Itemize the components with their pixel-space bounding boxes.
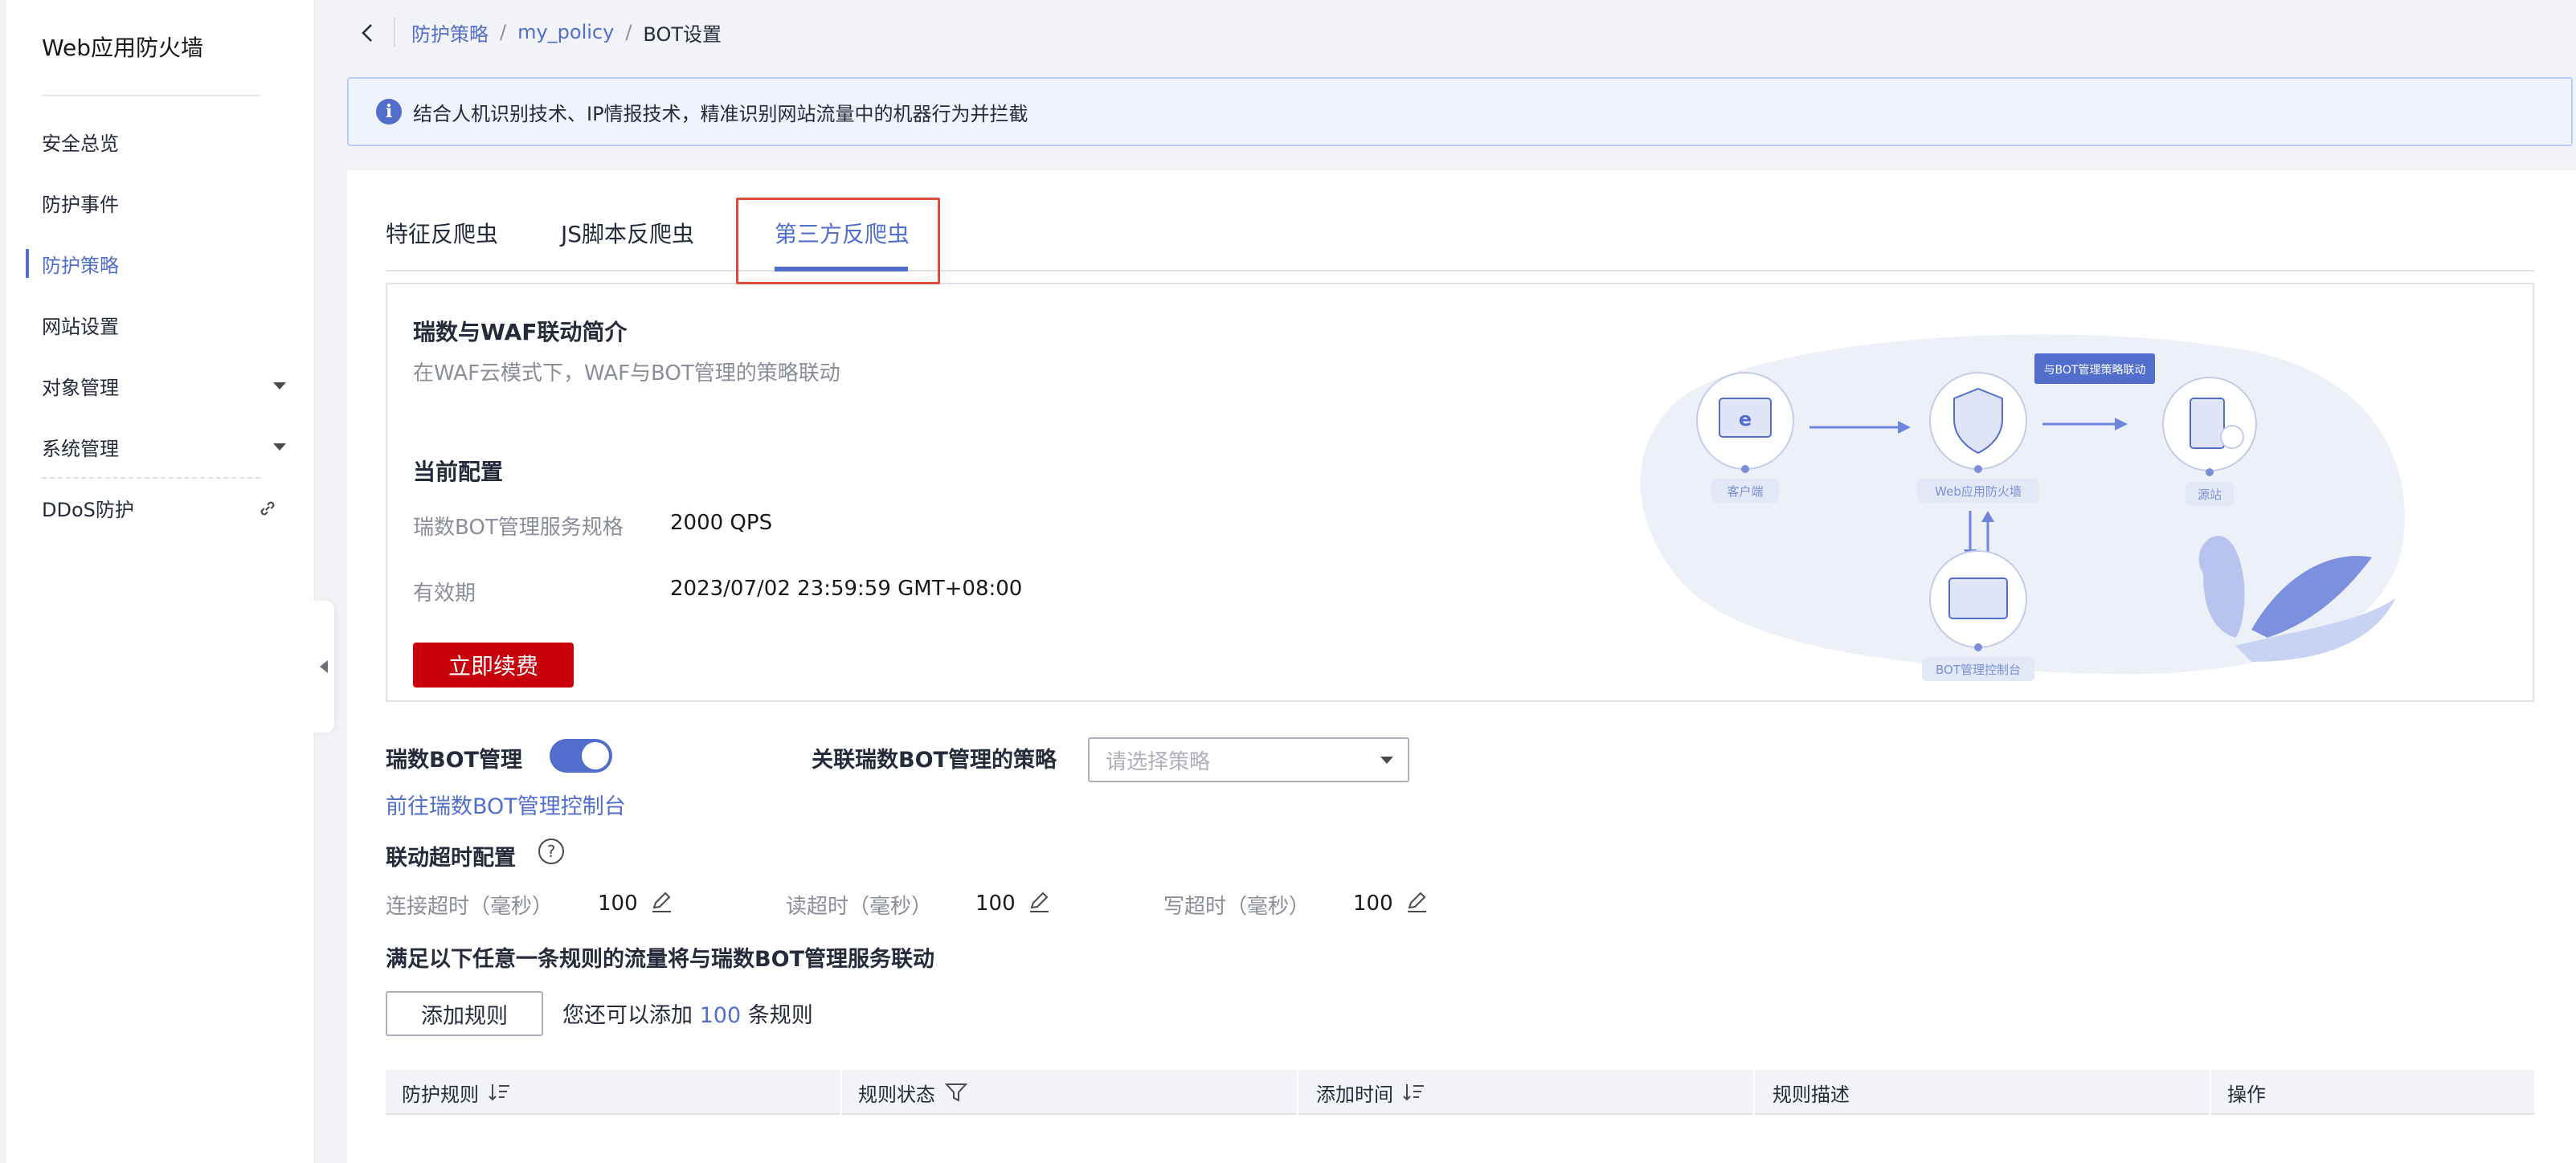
connect-timeout-label: 连接超时（毫秒）: [386, 895, 554, 919]
sidebar: Web应用防火墙 安全总览 防护事件 防护策略 网站设置 对象管理 系统管理 D…: [6, 0, 315, 1163]
column-header-description: 规则描述: [1773, 1070, 1850, 1115]
add-rule-hint-count: 100: [699, 1003, 742, 1028]
info-banner-text: 结合人机识别技术、IP情报技术，精准识别网站流量中的机器行为并拦截: [413, 102, 1028, 125]
back-arrow-icon[interactable]: [358, 21, 376, 45]
architecture-illustration: e 客户端 Web应用防火墙 与BOT管理策略联动 源站 BOT管理控制台: [1640, 334, 2405, 681]
column-header-label: 规则描述: [1773, 1083, 1850, 1106]
sidebar-collapse-handle[interactable]: [313, 601, 334, 732]
intro-panel: 瑞数与WAF联动简介 在WAF云模式下，WAF与BOT管理的策略联动 当前配置 …: [386, 283, 2534, 702]
monitor-icon: [1948, 577, 2008, 619]
sort-icon[interactable]: [489, 1082, 511, 1103]
sidebar-item-label: 防护事件: [42, 193, 119, 216]
chevron-down-icon: [273, 443, 286, 451]
breadcrumb-separator: /: [625, 21, 632, 43]
intro-title: 瑞数与WAF联动简介: [413, 319, 628, 345]
sidebar-item-ddos-protection[interactable]: DDoS防护: [42, 488, 299, 527]
chevron-down-icon: [273, 382, 286, 390]
spec-value: 2000 QPS: [670, 511, 773, 535]
column-separator: [1297, 1070, 1298, 1115]
column-separator: [1753, 1070, 1755, 1115]
linkage-tag-label: 与BOT管理策略联动: [2044, 363, 2146, 377]
waf-label: Web应用防火墙: [1935, 484, 2022, 499]
edit-connect-timeout-icon[interactable]: [649, 890, 673, 914]
column-header-rule[interactable]: 防护规则: [402, 1070, 511, 1115]
info-icon: i: [376, 99, 402, 124]
validity-value: 2023/07/02 23:59:59 GMT+08:00: [670, 577, 1023, 601]
timeout-config-label: 联动超时配置: [386, 846, 516, 871]
breadcrumb-divider: [394, 18, 395, 47]
sidebar-item-label: 安全总览: [42, 132, 119, 155]
active-tab-highlight-box: [736, 198, 940, 284]
sidebar-item-protection-policies[interactable]: 防护策略: [42, 244, 299, 283]
bot-policy-label: 关联瑞数BOT管理的策略: [812, 748, 1057, 773]
rules-table-header: 防护规则 规则状态 添加时间 规则描述 操作: [386, 1070, 2534, 1115]
sidebar-dashed-divider: [42, 477, 260, 479]
sidebar-item-object-management[interactable]: 对象管理: [42, 366, 299, 405]
sidebar-item-label: DDoS防护: [42, 498, 134, 521]
current-config-title: 当前配置: [413, 459, 504, 485]
column-header-time[interactable]: 添加时间: [1316, 1070, 1425, 1115]
main-card: 特征反爬虫 JS脚本反爬虫 第三方反爬虫 瑞数与WAF联动简介 在WAF云模式下…: [347, 170, 2576, 1163]
bot-management-label: 瑞数BOT管理: [386, 748, 522, 773]
svg-text:e: e: [1739, 408, 1752, 431]
sidebar-item-label: 系统管理: [42, 437, 119, 460]
server-icon: [2190, 398, 2225, 449]
breadcrumb-link-policy[interactable]: my_policy: [517, 21, 614, 43]
breadcrumb-separator: /: [500, 21, 507, 43]
column-separator: [840, 1070, 842, 1115]
renew-button[interactable]: 立即续费: [413, 643, 574, 688]
edit-write-timeout-icon[interactable]: [1405, 890, 1429, 914]
sidebar-title: Web应用防火墙: [42, 35, 204, 61]
sidebar-item-label: 网站设置: [42, 315, 119, 338]
read-timeout-label: 读超时（毫秒）: [786, 895, 933, 919]
write-timeout-value: 100: [1353, 892, 1393, 916]
bot-policy-placeholder: 请选择策略: [1106, 749, 1211, 774]
client-label: 客户端: [1727, 484, 1763, 499]
tab-bar: 特征反爬虫 JS脚本反爬虫 第三方反爬虫: [386, 194, 2534, 271]
add-rule-hint-prefix: 您还可以添加: [562, 1003, 693, 1028]
column-header-status[interactable]: 规则状态: [858, 1070, 967, 1115]
bot-management-toggle[interactable]: [550, 739, 612, 773]
column-header-actions: 操作: [2227, 1070, 2266, 1115]
sidebar-active-indicator: [26, 249, 29, 278]
intro-subtitle: 在WAF云模式下，WAF与BOT管理的策略联动: [413, 361, 840, 386]
read-timeout-value: 100: [975, 892, 1016, 916]
sidebar-item-protection-events[interactable]: 防护事件: [42, 183, 299, 222]
column-header-label: 添加时间: [1316, 1083, 1393, 1106]
spec-label: 瑞数BOT管理服务规格: [413, 516, 624, 540]
breadcrumb: 防护策略 / my_policy / BOT设置: [411, 18, 722, 47]
bot-console-link[interactable]: 前往瑞数BOT管理控制台: [386, 789, 626, 820]
sidebar-item-security-overview[interactable]: 安全总览: [42, 122, 299, 161]
bot-console-label: BOT管理控制台: [1936, 663, 2021, 677]
chevron-down-icon: [1380, 757, 1393, 764]
tab-feature-anti-crawler[interactable]: 特征反爬虫: [386, 217, 498, 249]
column-header-label: 操作: [2227, 1083, 2266, 1106]
add-rule-hint-suffix: 条规则: [747, 1003, 813, 1028]
origin-label: 源站: [2198, 488, 2222, 502]
sort-icon[interactable]: [1403, 1082, 1425, 1103]
sidebar-item-website-settings[interactable]: 网站设置: [42, 305, 299, 344]
column-header-label: 防护规则: [402, 1083, 479, 1106]
rules-title: 满足以下任意一条规则的流量将与瑞数BOT管理服务联动: [386, 947, 934, 972]
filter-icon[interactable]: [945, 1082, 967, 1103]
help-icon[interactable]: ?: [538, 839, 564, 864]
add-rule-hint: 您还可以添加 100 条规则: [562, 998, 813, 1029]
bot-policy-select[interactable]: 请选择策略: [1088, 737, 1409, 782]
add-rule-button[interactable]: 添加规则: [386, 991, 543, 1036]
connect-timeout-value: 100: [598, 892, 638, 916]
column-header-label: 规则状态: [858, 1083, 935, 1106]
breadcrumb-link-policies[interactable]: 防护策略: [411, 18, 489, 47]
sidebar-item-system-management[interactable]: 系统管理: [42, 427, 299, 466]
info-banner: i 结合人机识别技术、IP情报技术，精准识别网站流量中的机器行为并拦截: [347, 77, 2573, 146]
tab-js-anti-crawler[interactable]: JS脚本反爬虫: [561, 217, 694, 249]
write-timeout-label: 写超时（毫秒）: [1163, 895, 1310, 919]
breadcrumb-current: BOT设置: [643, 22, 722, 46]
edit-read-timeout-icon[interactable]: [1027, 890, 1051, 914]
sidebar-item-label: 防护策略: [42, 254, 119, 277]
external-link-icon: [260, 501, 275, 516]
sidebar-item-label: 对象管理: [42, 376, 119, 399]
column-separator: [2210, 1070, 2211, 1115]
sidebar-divider: [42, 95, 260, 96]
validity-label: 有效期: [413, 582, 476, 606]
